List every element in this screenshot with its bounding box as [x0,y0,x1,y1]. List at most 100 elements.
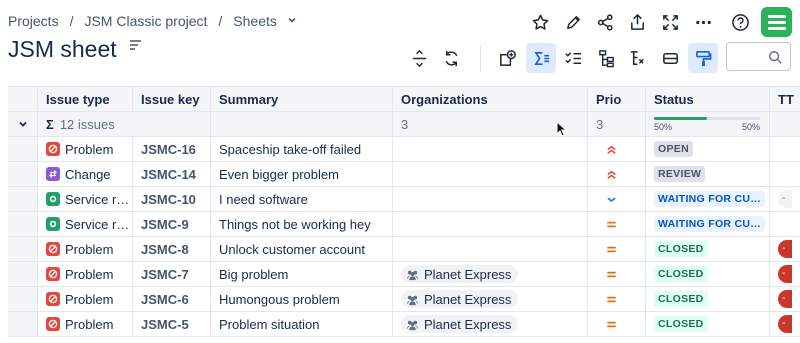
cell-ttr[interactable]: - [770,262,800,286]
cell-issue-key[interactable]: JSMC-5 [133,312,211,336]
chevron-down-icon[interactable] [18,119,28,129]
chevron-down-icon[interactable] [287,15,297,28]
rows-icon[interactable] [655,43,685,73]
cell-priority[interactable] [588,187,646,211]
table-row[interactable]: Problem JSMC-7 Big problem Planet Express CL… [8,262,800,287]
table-row[interactable]: Service r… JSMC-9 Things not be working he… [8,212,800,237]
cell-priority[interactable] [588,262,646,286]
refresh-icon[interactable] [436,43,466,73]
cell-issue-key[interactable]: JSMC-9 [133,212,211,236]
share-icon[interactable] [590,7,620,37]
table-row[interactable]: Problem JSMC-6 Humongous problem Planet Exp… [8,287,800,312]
cell-priority[interactable] [588,162,646,186]
cell-summary[interactable]: Big problem [211,262,393,286]
cell-issue-type[interactable]: Problem [38,137,133,161]
table-row[interactable]: Service r… JSMC-10 I need software WAITING … [8,187,800,212]
cell-summary[interactable]: Things not be working hey [211,212,393,236]
row-handle[interactable] [8,287,38,311]
cell-ttr[interactable] [770,212,800,236]
collapse-toggle[interactable] [8,112,38,136]
cell-priority[interactable] [588,212,646,236]
add-field-icon[interactable] [492,43,522,73]
cell-priority[interactable] [588,312,646,336]
breadcrumb-sheets[interactable]: Sheets [233,13,277,29]
cell-issue-key[interactable]: JSMC-16 [133,137,211,161]
cell-issue-type[interactable]: Change [38,162,133,186]
status-badge[interactable]: CLOSED [654,266,708,282]
cell-status[interactable]: CLOSED [646,237,770,261]
issue-key-link[interactable]: JSMC-9 [141,217,189,232]
issue-key-link[interactable]: JSMC-7 [141,267,189,282]
cell-organizations[interactable] [393,162,588,186]
cell-status[interactable]: WAITING FOR CU… [646,187,770,211]
hierarchy-icon[interactable] [591,43,621,73]
issue-key-link[interactable]: JSMC-14 [141,167,196,182]
status-badge[interactable]: CLOSED [654,291,708,307]
cell-ttr[interactable] [770,137,800,161]
structure-icon[interactable] [622,43,652,73]
export-icon[interactable] [622,7,652,37]
help-icon[interactable] [725,7,755,37]
status-badge[interactable]: WAITING FOR CU… [654,191,766,207]
column-header-status[interactable]: Status [646,87,770,111]
star-icon[interactable] [525,7,555,37]
cell-issue-key[interactable]: JSMC-14 [133,162,211,186]
issue-key-link[interactable]: JSMC-10 [141,192,196,207]
row-handle[interactable] [8,212,38,236]
table-row[interactable]: Problem JSMC-16 Spaceship take-off failed O… [8,137,800,162]
cell-status[interactable]: CLOSED [646,262,770,286]
cell-summary[interactable]: Problem situation [211,312,393,336]
cell-ttr[interactable] [770,162,800,186]
breadcrumb-projects[interactable]: Projects [8,13,59,29]
column-header-key[interactable]: Issue key [133,87,211,111]
cell-ttr[interactable]: - [770,287,800,311]
cell-ttr[interactable]: - [770,312,800,336]
pencil-icon[interactable] [558,7,588,37]
cell-organizations[interactable] [393,187,588,211]
cell-status[interactable]: OPEN [646,137,770,161]
row-handle[interactable] [8,137,38,161]
cell-organizations[interactable] [393,212,588,236]
cell-issue-type[interactable]: Problem [38,237,133,261]
row-handle[interactable] [8,262,38,286]
row-height-icon[interactable] [404,43,434,73]
cell-issue-type[interactable]: Problem [38,287,133,311]
cell-summary[interactable]: Spaceship take-off failed [211,137,393,161]
cell-issue-type[interactable]: Problem [38,312,133,336]
more-icon[interactable] [688,7,718,37]
cell-status[interactable]: CLOSED [646,287,770,311]
cell-issue-key[interactable]: JSMC-7 [133,262,211,286]
cell-organizations[interactable] [393,237,588,261]
row-handle[interactable] [8,187,38,211]
issue-key-link[interactable]: JSMC-6 [141,292,189,307]
cell-status[interactable]: CLOSED [646,312,770,336]
cell-priority[interactable] [588,137,646,161]
cell-organizations[interactable] [393,137,588,161]
row-handle[interactable] [8,162,38,186]
status-badge[interactable]: OPEN [654,141,693,157]
table-row[interactable]: Problem JSMC-8 Unlock customer account CLOS… [8,237,800,262]
column-header-type[interactable]: Issue type [38,87,133,111]
cell-summary[interactable]: I need software [211,187,393,211]
issue-key-link[interactable]: JSMC-5 [141,317,189,332]
status-badge[interactable]: REVIEW [654,166,706,182]
issue-key-link[interactable]: JSMC-16 [141,142,196,157]
checklist-icon[interactable] [558,43,588,73]
menu-icon[interactable] [129,38,142,55]
breadcrumb-project[interactable]: JSM Classic project [84,13,207,29]
app-logo[interactable] [761,7,792,37]
cell-status[interactable]: REVIEW [646,162,770,186]
cell-issue-key[interactable]: JSMC-8 [133,237,211,261]
cell-issue-type[interactable]: Problem [38,262,133,286]
cell-organizations[interactable]: Planet Express [393,287,588,311]
cell-priority[interactable] [588,287,646,311]
cell-ttr[interactable]: - [770,187,800,211]
cell-summary[interactable]: Unlock customer account [211,237,393,261]
table-row[interactable]: Change JSMC-14 Even bigger problem REVIEW [8,162,800,187]
column-header-organizations[interactable]: Organizations [393,87,588,111]
row-handle[interactable] [8,312,38,336]
column-header-summary[interactable]: Summary [211,87,393,111]
cell-status[interactable]: WAITING FOR CU… [646,212,770,236]
cell-issue-type[interactable]: Service r… [38,187,133,211]
cell-summary[interactable]: Even bigger problem [211,162,393,186]
